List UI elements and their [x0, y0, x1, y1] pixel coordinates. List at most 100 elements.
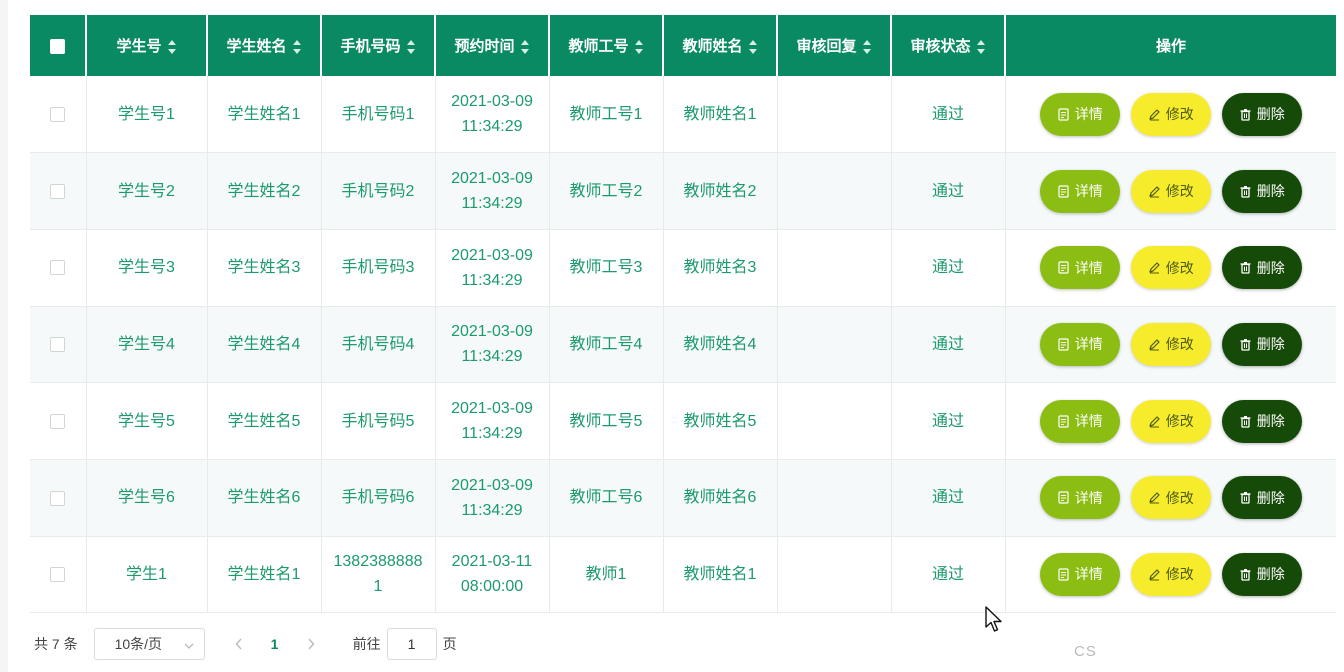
- cell-time-date: 2021-03-09: [451, 93, 533, 111]
- select-all-checkbox[interactable]: [50, 38, 65, 54]
- cell-time-date: 2021-03-11: [451, 553, 533, 571]
- edit-button[interactable]: 修改: [1130, 246, 1211, 290]
- column-header-label: 审核状态: [910, 38, 971, 55]
- cell-time-date: 2021-03-09: [451, 170, 533, 188]
- pencil-icon: [1148, 491, 1161, 504]
- edit-button[interactable]: 修改: [1130, 399, 1211, 443]
- edit-button-label: 修改: [1165, 106, 1194, 123]
- column-header-7[interactable]: 审核回复: [777, 15, 892, 76]
- delete-button[interactable]: 删除: [1221, 246, 1302, 290]
- table-row: 学生号2 学生姓名2 手机号码2 2021-03-09 11:34:29 教师工号2 教师姓…: [30, 152, 1336, 230]
- cell-teacher-id: 教师工号2: [549, 152, 664, 230]
- detail-button[interactable]: 详情: [1039, 399, 1120, 443]
- delete-button[interactable]: 删除: [1221, 476, 1302, 520]
- column-header-6[interactable]: 教师姓名: [663, 15, 778, 76]
- trash-icon: [1239, 491, 1252, 504]
- trash-icon: [1239, 261, 1252, 274]
- column-header-3[interactable]: 手机号码: [321, 15, 436, 76]
- delete-button[interactable]: 删除: [1221, 169, 1302, 213]
- delete-button[interactable]: 删除: [1221, 399, 1302, 443]
- watermark: CS: [1074, 643, 1097, 660]
- cell-status: 通过: [891, 229, 1006, 307]
- delete-button[interactable]: 删除: [1221, 322, 1302, 366]
- cell-student-id: 学生号5: [86, 382, 208, 460]
- prev-page-button[interactable]: [225, 634, 253, 655]
- next-page-button[interactable]: [297, 634, 325, 655]
- edit-button-label: 修改: [1165, 259, 1194, 276]
- cell-time: 2021-03-11 08:00:00: [435, 536, 550, 614]
- cell-teacher-id: 教师工号5: [549, 382, 664, 460]
- detail-button-label: 详情: [1074, 106, 1103, 123]
- cell-reply: [777, 76, 892, 154]
- edit-button[interactable]: 修改: [1130, 169, 1211, 213]
- edit-button[interactable]: 修改: [1130, 322, 1211, 366]
- trash-icon: [1239, 185, 1252, 198]
- cell-teacher-name: 教师姓名4: [663, 306, 778, 384]
- column-header-2[interactable]: 学生姓名: [207, 15, 322, 76]
- detail-button[interactable]: 详情: [1039, 322, 1120, 366]
- row-select-cell: [30, 382, 87, 460]
- sort-caret-icon[interactable]: [292, 40, 302, 55]
- row-checkbox[interactable]: [50, 183, 66, 199]
- column-header-4[interactable]: 预约时间: [435, 15, 550, 76]
- cell-phone: 手机号码6: [321, 459, 436, 537]
- mouse-cursor-icon: [985, 606, 1002, 632]
- delete-button-label: 删除: [1256, 183, 1285, 200]
- delete-button[interactable]: 删除: [1221, 92, 1302, 136]
- detail-button[interactable]: 详情: [1039, 476, 1120, 520]
- cell-student-name: 学生姓名6: [207, 459, 322, 537]
- cell-status: 通过: [891, 382, 1006, 460]
- detail-button[interactable]: 详情: [1039, 92, 1120, 136]
- sort-caret-icon[interactable]: [748, 40, 758, 55]
- row-checkbox[interactable]: [50, 260, 66, 276]
- column-header-8[interactable]: 审核状态: [891, 15, 1006, 76]
- row-select-cell: [30, 459, 87, 537]
- row-checkbox[interactable]: [50, 337, 66, 353]
- delete-button-label: 删除: [1256, 566, 1285, 583]
- page-size-select[interactable]: 10条/页: [93, 628, 205, 660]
- edit-button[interactable]: 修改: [1130, 552, 1211, 596]
- cell-time-clock: 11:34:29: [461, 425, 523, 443]
- sort-caret-icon[interactable]: [634, 40, 644, 55]
- chevron-left-icon: [235, 638, 242, 649]
- sort-caret-icon[interactable]: [167, 40, 177, 55]
- sort-caret-icon[interactable]: [862, 40, 872, 55]
- cell-status: 通过: [891, 76, 1006, 154]
- row-checkbox[interactable]: [50, 567, 66, 583]
- trash-icon: [1239, 415, 1252, 428]
- column-header-label: 审核回复: [796, 38, 857, 55]
- edit-button[interactable]: 修改: [1130, 92, 1211, 136]
- page-size-value: 10条/页: [114, 636, 163, 652]
- cell-reply: [777, 306, 892, 384]
- sort-caret-icon[interactable]: [406, 40, 416, 55]
- cell-student-id: 学生号1: [86, 76, 208, 154]
- cell-time-clock: 11:34:29: [461, 348, 523, 366]
- column-header-5[interactable]: 教师工号: [549, 15, 664, 76]
- row-checkbox[interactable]: [50, 106, 66, 122]
- column-header-1[interactable]: 学生号: [86, 15, 208, 76]
- cell-student-id: 学生号2: [86, 152, 208, 230]
- row-actions: 详情 修改 删除: [1006, 476, 1337, 520]
- cell-teacher-name: 教师姓名1: [663, 536, 778, 614]
- detail-button-label: 详情: [1074, 566, 1103, 583]
- cell-teacher-id: 教师工号6: [549, 459, 664, 537]
- sort-caret-icon[interactable]: [976, 40, 986, 55]
- edit-button[interactable]: 修改: [1130, 476, 1211, 520]
- edit-button-label: 修改: [1165, 489, 1194, 506]
- row-checkbox[interactable]: [50, 413, 66, 429]
- pencil-icon: [1148, 108, 1161, 121]
- cell-teacher-id: 教师工号3: [549, 229, 664, 307]
- row-checkbox[interactable]: [50, 490, 66, 506]
- cell-status: 通过: [891, 152, 1006, 230]
- sort-caret-icon[interactable]: [520, 40, 530, 55]
- appointment-table: 学生号 学生姓名 手机号码 预约时间 教师工号 教师姓名 审核回复 审核状态 操作 学生号1 学生…: [30, 15, 1337, 614]
- page-number-current[interactable]: 1: [255, 636, 295, 652]
- goto-page-input[interactable]: [386, 628, 437, 660]
- table-row: 学生号6 学生姓名6 手机号码6 2021-03-09 11:34:29 教师工号6 教师姓…: [30, 459, 1337, 537]
- detail-button[interactable]: 详情: [1039, 246, 1120, 290]
- detail-button[interactable]: 详情: [1039, 169, 1120, 213]
- cell-student-id: 学生号3: [86, 229, 208, 307]
- delete-button[interactable]: 删除: [1221, 552, 1302, 596]
- detail-button[interactable]: 详情: [1039, 552, 1120, 596]
- column-header-label: 教师姓名: [682, 38, 743, 55]
